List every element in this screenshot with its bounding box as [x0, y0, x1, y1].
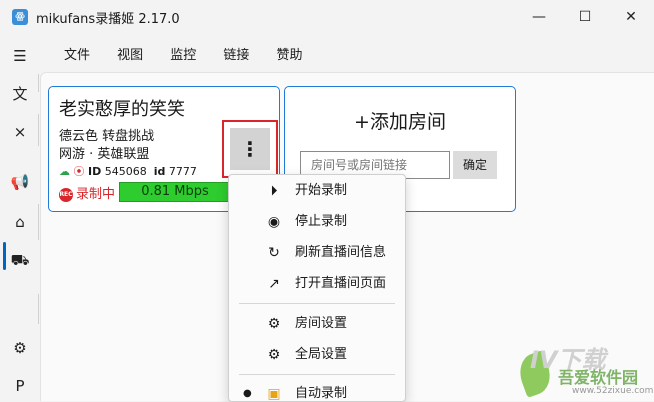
rail-divider: [38, 114, 39, 146]
gear-icon: ⚙: [267, 347, 281, 363]
play-circle-icon: ⏵: [270, 183, 278, 199]
title-bar: ꙮ mikufans录播姬 2.17.0 — ☐ ✕: [0, 0, 654, 34]
menu-view[interactable]: 视图: [113, 40, 147, 67]
room-id: 545068: [104, 165, 147, 178]
rail-divider: [38, 74, 39, 92]
checked-bullet-icon: ●: [243, 388, 252, 399]
context-menu: ⏵ 开始录制 ◉ 停止录制 ↻ 刷新直播间信息 ↗ 打开直播间页面 ⚙ 房间设置…: [228, 174, 406, 402]
rec-status-text: 录制中: [76, 187, 116, 202]
menu-auto-record[interactable]: ● ▣ 自动录制: [229, 380, 405, 402]
cloud-icon: ☁: [59, 165, 70, 178]
watermark: IV下载 吾爱软件园 www.52zixue.com: [510, 340, 654, 400]
menu-label: 停止录制: [295, 214, 348, 229]
camera-icon: ▣: [267, 386, 281, 402]
gear-icon: ⚙: [267, 316, 281, 332]
menu-start-recording[interactable]: ⏵ 开始录制: [229, 177, 405, 205]
short-id-label: id: [153, 165, 166, 178]
watermark-text: 吾爱软件园: [558, 368, 639, 387]
menu-label: 刷新直播间信息: [295, 245, 387, 260]
maximize-button[interactable]: ☐: [562, 0, 608, 34]
room-name: 老实憨厚的笑笑: [59, 99, 185, 120]
menu-global-settings[interactable]: ⚙ 全局设置: [229, 341, 405, 369]
settings-gear-icon[interactable]: ⚙: [6, 334, 34, 362]
menu-donate[interactable]: 赞助: [272, 40, 306, 67]
id-label: ID: [88, 165, 102, 178]
menu-links[interactable]: 链接: [219, 40, 253, 67]
more-options-icon[interactable]: ⋮: [230, 128, 270, 170]
room-title: 德云色 转盘挑战: [59, 129, 155, 144]
open-external-icon: ↗: [268, 276, 280, 292]
rail-divider: [38, 294, 39, 324]
logo-icon[interactable]: Ρ: [6, 372, 34, 400]
more-options-highlight: ⋮: [222, 120, 278, 178]
minimize-button[interactable]: —: [516, 0, 562, 34]
menu-separator: [239, 374, 395, 375]
menu-stop-recording[interactable]: ◉ 停止录制: [229, 208, 405, 236]
nav-rail: ☰ 文 ⨯ 📢 ⌂ ⛟ ⚙ Ρ: [0, 34, 40, 400]
menu-label: 全局设置: [295, 347, 348, 362]
add-room-title: +添加房间: [354, 111, 446, 133]
menu-open-page[interactable]: ↗ 打开直播间页面: [229, 270, 405, 298]
watermark-url: www.52zixue.com: [572, 386, 654, 396]
menu-label: 开始录制: [295, 183, 348, 198]
stop-circle-icon: ◉: [267, 214, 281, 230]
menu-label: 房间设置: [295, 316, 348, 331]
menu-monitor[interactable]: 监控: [166, 40, 200, 67]
menu-refresh-info[interactable]: ↻ 刷新直播间信息: [229, 239, 405, 267]
bitrate-indicator: 0.81 Mbps: [119, 182, 231, 202]
confirm-button[interactable]: 确定: [453, 151, 497, 179]
room-ids: ☁ ⦿ ID 545068 id 7777: [59, 163, 197, 179]
car-icon[interactable]: ⛟: [6, 246, 34, 274]
network-off-icon[interactable]: ⨯: [6, 118, 34, 146]
menu-label: 自动录制: [295, 386, 348, 401]
window-title: mikufans录播姬 2.17.0: [36, 12, 180, 27]
room-area: 网游 · 英雄联盟: [59, 147, 150, 162]
menu-label: 打开直播间页面: [295, 276, 387, 291]
menu-separator: [239, 303, 395, 304]
translate-icon[interactable]: 文: [6, 80, 34, 108]
close-button[interactable]: ✕: [608, 0, 654, 34]
megaphone-icon[interactable]: 📢: [6, 168, 34, 196]
recording-status: REC 录制中: [59, 183, 115, 202]
live-signal-icon: ⦿: [73, 165, 85, 178]
menu-file[interactable]: 文件: [60, 40, 94, 67]
rec-icon: REC: [59, 187, 73, 202]
app-icon: ꙮ: [12, 9, 28, 25]
menu-room-settings[interactable]: ⚙ 房间设置: [229, 310, 405, 338]
refresh-icon: ↻: [268, 245, 280, 261]
rail-divider: [38, 204, 39, 240]
hamburger-menu-icon[interactable]: ☰: [6, 42, 34, 70]
home-icon[interactable]: ⌂: [6, 208, 34, 236]
short-id: 7777: [168, 165, 197, 178]
menu-bar: 文件 视图 监控 链接 赞助: [60, 40, 320, 68]
